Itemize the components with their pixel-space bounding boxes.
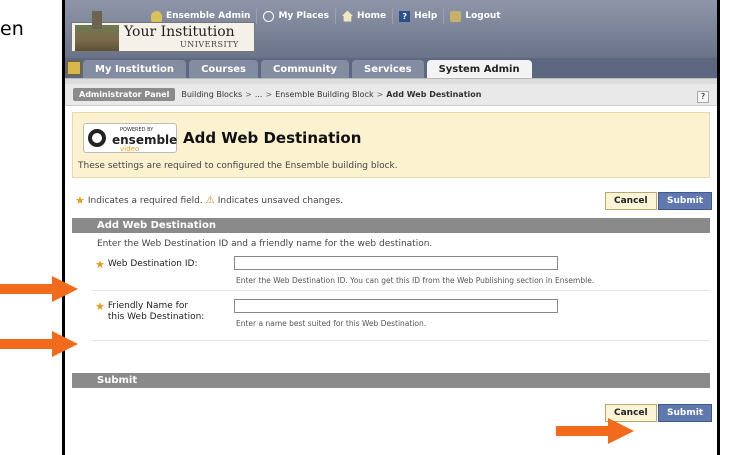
user-icon [151,10,162,22]
main-tabs: My Institution Courses Community Service… [65,58,717,78]
cancel-button[interactable]: Cancel [605,192,657,210]
field-row-friendly-name: ★ Friendly Name for this Web Destination… [92,291,710,341]
annotation-arrow-1 [0,276,78,302]
tab-community[interactable]: Community [261,60,350,78]
crumb-separator: > [376,90,384,99]
friendly-name-label: ★ Friendly Name for this Web Destination… [95,301,204,323]
section-submit: Submit [72,373,710,388]
web-destination-id-hint: Enter the Web Destination ID. You can ge… [236,276,595,285]
section-body: Enter the Web Destination ID and a frien… [72,233,710,341]
tab-my-institution[interactable]: My Institution [83,60,187,78]
submit-button-bottom[interactable]: Submit [658,404,713,422]
crumb-ensemble-building-block[interactable]: Ensemble Building Block [275,90,373,99]
places-icon [263,10,275,22]
field-row-web-destination-id: ★ Web Destination ID: Enter the Web Dest… [92,253,710,291]
label-text: Web Destination ID: [107,259,198,269]
required-star-icon: ★ [95,258,105,271]
ensemble-circle-icon [88,129,106,147]
nav-label: Home [356,11,387,21]
tab-system-admin[interactable]: System Admin [426,60,532,78]
crumb-ellipsis[interactable]: ... [255,90,263,99]
label-line-2: this Web Destination: [107,312,205,322]
institution-name: Your Institution [124,24,235,40]
top-nav: Ensemble Admin My Places Home ? Help Log… [145,8,507,24]
breadcrumb: Administrator Panel Building Blocks > ..… [65,84,717,106]
web-destination-id-label: ★ Web Destination ID: [95,259,197,270]
browser-frame: Your Institution UNIVERSITY Ensemble Adm… [62,0,720,455]
crumb-current: Add Web Destination [386,90,482,99]
warning-icon: ⚠ [205,195,215,206]
annotation-arrow-3 [556,418,634,444]
required-star-icon: ★ [75,194,85,207]
home-icon [341,10,353,22]
nav-label: My Places [278,11,329,21]
page-title: Add Web Destination [183,129,362,147]
page-header: POWERED BY ensemble video Add Web Destin… [72,112,710,178]
label-line-1: Friendly Name for [107,301,189,311]
logout-icon [450,10,462,22]
castle-icon [75,11,119,51]
required-star-icon: ★ [95,300,105,313]
required-note: ★ Indicates a required field. ⚠ Indicate… [75,194,343,207]
nav-label: Help [414,11,438,21]
help-icon: ? [399,10,411,22]
nav-label: Ensemble Admin [166,11,251,21]
ensemble-logo: POWERED BY ensemble video [83,123,177,153]
page-help-icon[interactable]: ? [697,91,709,103]
required-note-row: ★ Indicates a required field. ⚠ Indicate… [72,178,713,218]
friendly-name-hint: Enter a name best suited for this Web De… [236,319,427,328]
nav-home[interactable]: Home [336,8,394,24]
submit-button[interactable]: Submit [658,192,713,210]
administrator-panel-button[interactable]: Administrator Panel [73,88,176,101]
nav-help[interactable]: ? Help [393,8,445,24]
section-add-web-destination: Add Web Destination [72,218,710,233]
friendly-name-input[interactable] [234,299,558,313]
institution-sub: UNIVERSITY [180,40,239,49]
annotation-arrow-2 [0,331,78,357]
web-destination-id-input[interactable] [234,256,558,270]
section-instructions: Enter the Web Destination ID and a frien… [97,239,433,249]
tab-courses[interactable]: Courses [189,60,259,78]
nav-label: Logout [465,11,501,21]
crumb-separator: > [245,90,252,99]
page-description: These settings are required to configure… [78,161,398,171]
nav-my-places[interactable]: My Places [257,8,336,24]
tab-services[interactable]: Services [352,60,424,78]
ensemble-video: video [120,145,140,153]
label-text: Friendly Name for this Web Destination: [108,301,204,323]
header: Your Institution UNIVERSITY Ensemble Adm… [65,0,717,58]
crumb-building-blocks[interactable]: Building Blocks [181,90,242,99]
nav-logout[interactable]: Logout [444,8,506,24]
tab-toggle-icon[interactable] [67,61,81,75]
nav-ensemble-admin[interactable]: Ensemble Admin [145,8,258,24]
crumb-separator: > [265,90,273,99]
required-note-text: Indicates a required field. [87,195,203,206]
unsaved-note-text: Indicates unsaved changes. [217,195,344,206]
partial-left-text: en [0,18,24,40]
institution-logo[interactable]: Your Institution UNIVERSITY [71,11,255,52]
